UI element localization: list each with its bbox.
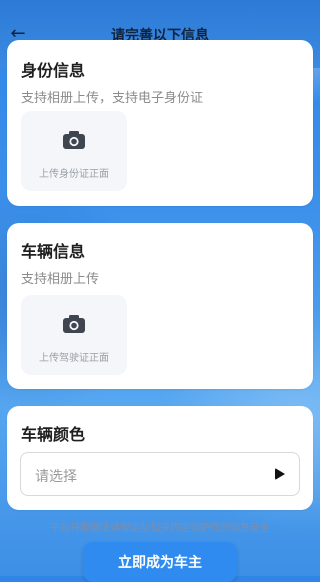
upload-id-front-label: 上传身份证正面 bbox=[39, 169, 109, 180]
vehicle-color-title: 车辆颜色 bbox=[21, 425, 86, 444]
play-triangle-icon bbox=[275, 468, 285, 480]
become-owner-button[interactable]: 立即成为车主 bbox=[83, 542, 237, 582]
id-info-subtitle: 支持相册上传，支持电子身份证 bbox=[21, 91, 204, 106]
camera-icon bbox=[63, 315, 85, 333]
vehicle-color-placeholder: 请选择 bbox=[35, 469, 77, 485]
vehicle-color-card: 车辆颜色 请选择 bbox=[7, 406, 313, 510]
vehicle-info-title: 车辆信息 bbox=[21, 242, 86, 261]
id-info-card: 身份信息 支持相册上传，支持电子身份证 上传身份证正面 bbox=[7, 40, 313, 206]
privacy-note: 平台将根据法律规定及相关约定保护你的信息安全 bbox=[50, 523, 270, 534]
camera-icon bbox=[63, 131, 85, 149]
vehicle-info-card: 车辆信息 支持相册上传 上传驾驶证正面 bbox=[7, 223, 313, 389]
id-info-title: 身份信息 bbox=[21, 61, 86, 80]
vehicle-color-select[interactable]: 请选择 bbox=[20, 452, 300, 496]
upload-license-front-button[interactable]: 上传驾驶证正面 bbox=[21, 295, 127, 375]
upload-id-front-button[interactable]: 上传身份证正面 bbox=[21, 111, 127, 191]
vehicle-info-subtitle: 支持相册上传 bbox=[21, 272, 100, 287]
upload-license-front-label: 上传驾驶证正面 bbox=[39, 353, 109, 364]
